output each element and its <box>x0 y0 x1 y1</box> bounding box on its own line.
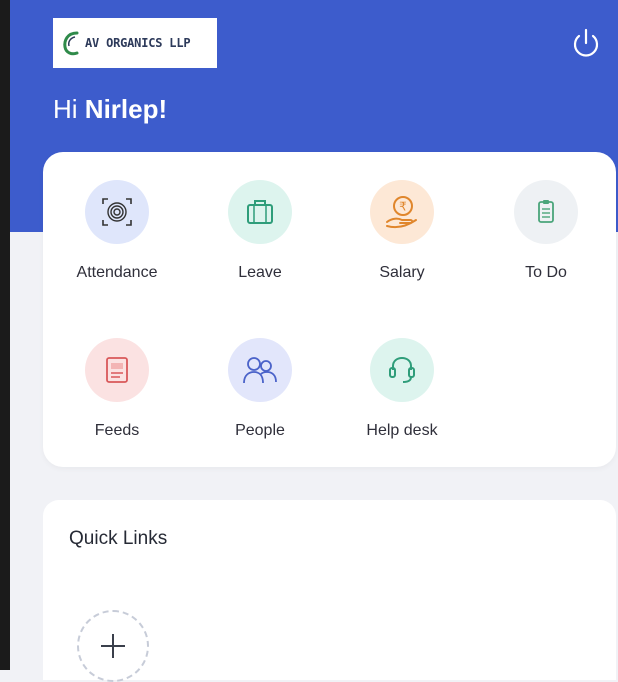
module-people[interactable]: People <box>188 310 328 439</box>
modules-card: Attendance Leave ₹ Salary To Do Feeds Pe… <box>43 152 616 467</box>
fingerprint-icon <box>85 180 149 244</box>
module-help-desk[interactable]: Help desk <box>330 310 470 439</box>
salary-hand-rupee-icon: ₹ <box>370 180 434 244</box>
module-leave[interactable]: Leave <box>188 152 328 281</box>
company-logo: AV ORGANICS LLP <box>53 18 217 68</box>
module-salary[interactable]: ₹ Salary <box>330 152 470 281</box>
left-edge-bar <box>0 0 10 670</box>
quick-links-panel: Quick Links <box>43 500 616 682</box>
module-label: Salary <box>379 264 425 281</box>
user-name: Nirlep! <box>84 94 168 124</box>
module-feeds[interactable]: Feeds <box>45 310 185 439</box>
logo-mark-icon <box>63 31 79 56</box>
svg-text:₹: ₹ <box>399 200 407 214</box>
headset-icon <box>370 338 434 402</box>
greeting-prefix: Hi <box>53 94 78 124</box>
module-label: Leave <box>238 264 282 281</box>
company-name: AV ORGANICS LLP <box>85 36 191 50</box>
clipboard-icon <box>514 180 578 244</box>
briefcase-icon <box>228 180 292 244</box>
add-quick-link-button[interactable] <box>77 610 149 682</box>
module-label: Attendance <box>76 264 158 281</box>
feeds-icon <box>85 338 149 402</box>
module-label: Feeds <box>94 422 140 439</box>
greeting: Hi Nirlep! <box>53 94 167 125</box>
quick-links-title: Quick Links <box>69 528 168 549</box>
module-attendance[interactable]: Attendance <box>45 152 185 281</box>
people-icon <box>228 338 292 402</box>
add-icon <box>101 634 125 658</box>
module-label: People <box>235 422 285 439</box>
module-todo[interactable]: To Do <box>474 152 614 281</box>
power-icon[interactable] <box>568 26 604 62</box>
module-label: To Do <box>525 264 567 281</box>
module-label: Help desk <box>366 422 438 439</box>
